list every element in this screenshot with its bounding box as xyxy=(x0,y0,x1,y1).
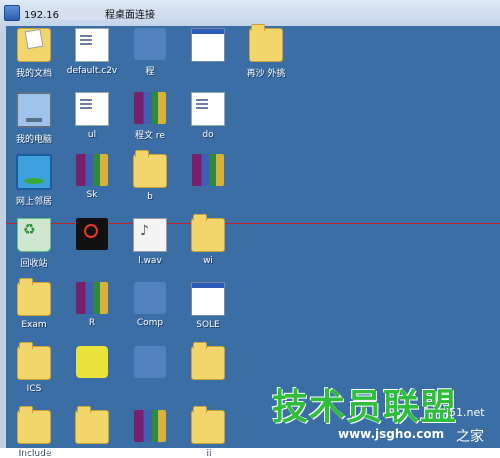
blurred-icon xyxy=(134,282,166,314)
archive-file-icon xyxy=(192,154,224,186)
archive-file-icon xyxy=(134,92,166,124)
archive-file-icon xyxy=(134,410,166,442)
archive-file-icon xyxy=(76,282,108,314)
desktop-icon-folder-top[interactable]: 再沙 外挑 xyxy=(232,24,300,79)
folder-icon xyxy=(75,406,109,444)
icon-label: ICS xyxy=(26,384,42,394)
window-title: 192.16 程桌面连接 xyxy=(24,6,155,21)
folder-icon xyxy=(191,342,225,380)
title-prefix: 192.16 xyxy=(24,10,59,21)
remote-program-icon xyxy=(134,28,166,60)
icon-label: 回收站 xyxy=(20,259,48,269)
desktop-icon-folder-ii[interactable]: ii xyxy=(174,406,242,458)
recycle-bin-icon xyxy=(17,218,51,252)
remote-desktop-window: 192.16程桌面连接 我的文档 我的电脑 网上邻居 回收站 Exam ICS xyxy=(0,0,500,458)
watermark-brand: 技术员联盟 xyxy=(272,387,458,428)
default-rdp-file-icon xyxy=(75,28,109,62)
folder-icon xyxy=(133,150,167,188)
icon-label: do xyxy=(202,130,214,140)
icon-label: b xyxy=(147,192,153,202)
doc-file-icon xyxy=(191,92,225,126)
watermark-tag: 之家 xyxy=(456,429,484,445)
blurred-icon xyxy=(134,346,166,378)
folder-icon xyxy=(191,406,225,444)
window-shortcut-icon xyxy=(191,28,225,62)
icon-label: ii xyxy=(205,448,211,458)
document-file-icon xyxy=(75,92,109,126)
watermark-url-secondary: j51.net xyxy=(446,406,485,419)
highlighted-icon xyxy=(76,346,108,378)
my-computer-icon xyxy=(16,92,52,128)
icon-label: 再沙 外挑 xyxy=(246,69,286,79)
window-icon xyxy=(4,5,20,21)
icon-label: Include xyxy=(17,448,51,458)
network-places-icon xyxy=(16,154,52,190)
icon-label: SOLE xyxy=(196,320,220,330)
desktop-icon-folder-wi[interactable]: wi xyxy=(174,214,242,266)
desktop-icon-archive-2[interactable] xyxy=(174,154,242,190)
folder-icon xyxy=(191,214,225,252)
archive-file-icon xyxy=(76,154,108,186)
window-shortcut-icon xyxy=(191,282,225,316)
wav-file-icon xyxy=(133,218,167,252)
watermark-url: www.jsgho.com xyxy=(338,427,445,441)
folder-icon xyxy=(17,278,51,316)
redacted-block xyxy=(59,10,105,20)
title-suffix: 程桌面连接 xyxy=(105,10,155,21)
title-bar[interactable]: 192.16 程桌面连接 xyxy=(0,0,500,27)
desktop-icon-doc[interactable]: do xyxy=(174,92,242,140)
desktop-icon-folder-2[interactable] xyxy=(174,342,242,384)
folder-icon xyxy=(249,24,283,62)
folder-icon xyxy=(17,342,51,380)
desktop-icon-sole[interactable]: SOLE xyxy=(174,282,242,330)
folder-icon xyxy=(17,406,51,444)
my-documents-icon xyxy=(17,28,51,62)
icon-label: wi xyxy=(203,256,213,266)
image-file-icon xyxy=(76,218,108,250)
